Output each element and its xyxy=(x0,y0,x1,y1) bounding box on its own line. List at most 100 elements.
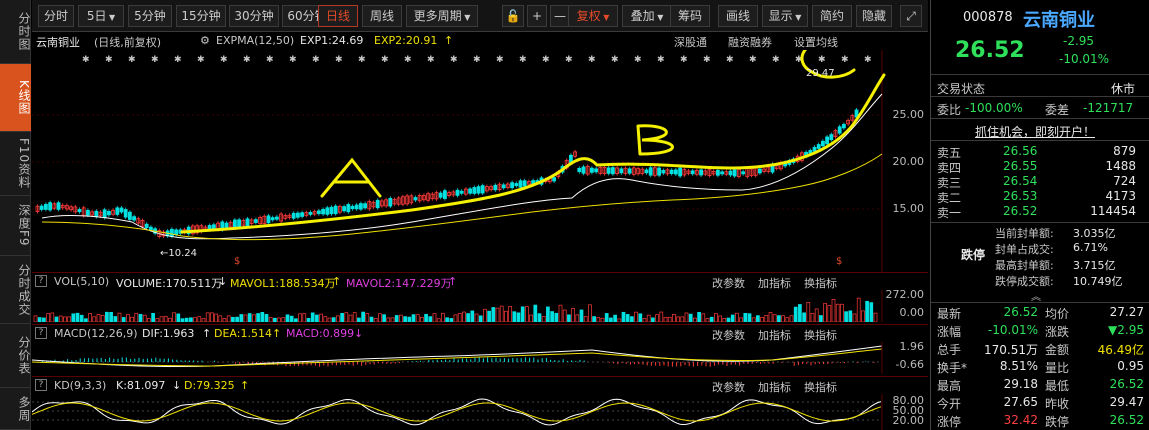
event-star-icon[interactable]: ✱ xyxy=(289,55,297,65)
event-star-icon[interactable]: ✱ xyxy=(151,55,159,65)
volume-bar xyxy=(58,315,63,322)
expand-icon[interactable]: ⤢ xyxy=(900,5,922,27)
ask-row[interactable]: 卖一 26.52 114454 xyxy=(931,204,1149,220)
adjust-button[interactable]: 复权 ▼ xyxy=(568,5,618,27)
lock-icon[interactable]: 🔓 xyxy=(502,5,524,27)
event-star-icon[interactable]: ✱ xyxy=(404,55,412,65)
event-star-icon[interactable]: ✱ xyxy=(749,55,757,65)
candle-body xyxy=(594,168,598,173)
volume-bar xyxy=(735,312,739,322)
hk-connect-link[interactable]: 深股通 xyxy=(674,34,707,50)
volume-bar xyxy=(50,312,55,322)
ask-row[interactable]: 卖五 26.56 879 xyxy=(931,144,1149,160)
kd-edit-params-link[interactable]: 改参数 xyxy=(712,379,745,395)
event-star-icon[interactable]: ✱ xyxy=(772,55,780,65)
ask-row[interactable]: 卖三 26.54 724 xyxy=(931,174,1149,190)
volume-bar xyxy=(281,317,286,322)
candle-body xyxy=(716,169,720,176)
event-star-icon[interactable]: ✱ xyxy=(611,55,619,65)
candle-body xyxy=(174,229,179,235)
hide-button[interactable]: 隐藏 xyxy=(856,5,892,27)
event-star-icon[interactable]: ✱ xyxy=(381,55,389,65)
open-account-link[interactable]: 抓住机会，即刻开户！ xyxy=(975,123,1095,140)
volume-bar xyxy=(806,301,811,322)
help-icon[interactable]: ? xyxy=(35,327,47,339)
event-star-icon[interactable]: ✱ xyxy=(634,55,642,65)
kline-chart[interactable]: ✱ ✱ ✱ ✱ ✱ ✱ ✱ ✱ ✱ ✱ ✱ ✱ ✱ ✱ ✱ ✱ ✱ ✱ ✱ ✱ ✱ ✱ ✱ ✱ ✱ ✱ ✱ ✱ ✱ ✱ ✱ ✱ ✱ ✱ ✱ 29.4… xyxy=(32,50,928,272)
volume-bar xyxy=(789,315,794,322)
tab-price-table[interactable]: 分价表 xyxy=(0,324,31,388)
tab-trades[interactable]: 分时成交 xyxy=(0,256,31,324)
period-timeshare-button[interactable]: 分时 xyxy=(38,5,74,27)
vol-edit-params-link[interactable]: 改参数 xyxy=(712,275,745,291)
event-star-icon[interactable]: ✱ xyxy=(864,55,872,65)
macd-add-indicator-link[interactable]: 加指标 xyxy=(758,327,791,343)
period-15min-button[interactable]: 15分钟 xyxy=(176,5,226,27)
kd-add-indicator-link[interactable]: 加指标 xyxy=(758,379,791,395)
tab-multi[interactable]: 多周 xyxy=(0,388,31,430)
candle-body xyxy=(350,205,355,210)
margin-link[interactable]: 融资融券 xyxy=(728,34,772,50)
event-star-icon[interactable]: ✱ xyxy=(197,55,205,65)
display-button[interactable]: 显示 ▼ xyxy=(762,5,808,27)
overlay-button[interactable]: 叠加 ▼ xyxy=(622,5,672,27)
period-30min-button[interactable]: 30分钟 xyxy=(229,5,279,27)
event-star-icon[interactable]: ✱ xyxy=(82,55,90,65)
event-star-icon[interactable]: ✱ xyxy=(703,55,711,65)
zoom-in-icon[interactable]: + xyxy=(527,5,547,27)
vol-add-indicator-link[interactable]: 加指标 xyxy=(758,275,791,291)
event-star-icon[interactable]: ✱ xyxy=(565,55,573,65)
event-star-icon[interactable]: ✱ xyxy=(818,55,826,65)
event-star-icon[interactable]: ✱ xyxy=(128,55,136,65)
volume-bar xyxy=(205,312,210,322)
ask-row[interactable]: 卖四 26.55 1488 xyxy=(931,159,1149,175)
period-weekly-button[interactable]: 周线 xyxy=(362,5,402,27)
event-star-icon[interactable]: ✱ xyxy=(542,55,550,65)
volume-bar xyxy=(655,314,659,322)
draw-button[interactable]: 画线 xyxy=(718,5,758,27)
macd-switch-indicator-link[interactable]: 换指标 xyxy=(804,327,837,343)
tab-depth[interactable]: 深度F9 xyxy=(0,196,31,256)
period-5min-button[interactable]: 5分钟 xyxy=(128,5,172,27)
event-star-icon[interactable]: ✱ xyxy=(496,55,504,65)
event-star-icon[interactable]: ✱ xyxy=(312,55,320,65)
simple-button[interactable]: 简约 xyxy=(812,5,852,27)
event-star-icon[interactable]: ✱ xyxy=(473,55,481,65)
event-star-icon[interactable]: ✱ xyxy=(335,55,343,65)
kline-mode-label: (日线,前复权) xyxy=(94,36,162,49)
event-star-icon[interactable]: ✱ xyxy=(680,55,688,65)
kd-switch-indicator-link[interactable]: 换指标 xyxy=(804,379,837,395)
event-star-icon[interactable]: ✱ xyxy=(657,55,665,65)
event-star-icon[interactable]: ✱ xyxy=(174,55,182,65)
event-star-icon[interactable]: ✱ xyxy=(243,55,251,65)
volume-bar xyxy=(730,314,735,322)
event-star-icon[interactable]: ✱ xyxy=(105,55,113,65)
settings-gear-icon[interactable]: ⚙ xyxy=(200,34,210,47)
event-star-icon[interactable]: ✱ xyxy=(450,55,458,65)
period-5day-button[interactable]: 5日 ▼ xyxy=(78,5,124,27)
help-icon[interactable]: ? xyxy=(35,275,47,287)
collapse-chevron-icon[interactable]: ︽ xyxy=(1031,288,1041,303)
event-star-icon[interactable]: ✱ xyxy=(841,55,849,65)
chip-button[interactable]: 筹码 xyxy=(670,5,710,27)
macd-edit-params-link[interactable]: 改参数 xyxy=(712,327,745,343)
tab-f10[interactable]: F10资料 xyxy=(0,132,31,196)
event-star-icon[interactable]: ✱ xyxy=(266,55,274,65)
tab-kline[interactable]: K线图 xyxy=(0,64,31,132)
zoom-out-icon[interactable]: — xyxy=(550,5,570,27)
ma-settings-link[interactable]: 设置均线 xyxy=(794,34,838,50)
period-daily-button[interactable]: 日线 xyxy=(318,5,358,27)
event-star-icon[interactable]: ✱ xyxy=(427,55,435,65)
event-star-icon[interactable]: ✱ xyxy=(220,55,228,65)
tab-timeshare[interactable]: 分时图 xyxy=(0,0,31,64)
ask-row[interactable]: 卖二 26.53 4173 xyxy=(931,189,1149,205)
vol-switch-indicator-link[interactable]: 换指标 xyxy=(804,275,837,291)
volume-bar xyxy=(184,317,189,322)
event-star-icon[interactable]: ✱ xyxy=(726,55,734,65)
price-axis-20: 20.00 xyxy=(892,155,925,168)
event-star-icon[interactable]: ✱ xyxy=(358,55,366,65)
more-periods-button[interactable]: 更多周期 ▼ xyxy=(406,5,478,27)
event-star-icon[interactable]: ✱ xyxy=(588,55,596,65)
event-star-icon[interactable]: ✱ xyxy=(519,55,527,65)
help-icon[interactable]: ? xyxy=(35,379,47,391)
